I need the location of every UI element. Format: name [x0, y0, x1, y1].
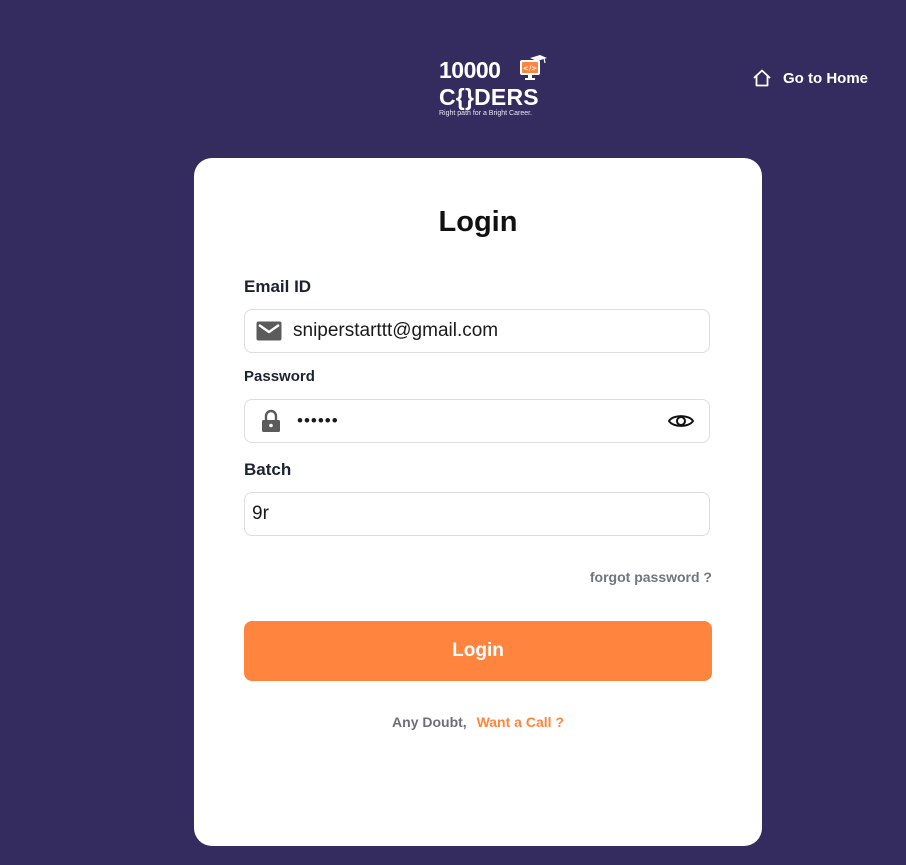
want-a-call-link[interactable]: Want a Call ? — [477, 714, 564, 730]
doubt-row: Any Doubt, Want a Call ? — [194, 714, 762, 730]
eye-icon[interactable] — [653, 412, 709, 430]
logo-tagline: Right path for a Bright Career. — [439, 110, 532, 117]
logo-wordmark: C{}DERS — [439, 84, 539, 110]
batch-label: Batch — [244, 460, 292, 479]
go-to-home-link[interactable]: Go to Home — [752, 67, 868, 89]
batch-field-wrapper — [244, 492, 710, 536]
doubt-text: Any Doubt, — [392, 714, 467, 730]
forgot-password-link[interactable]: forgot password ? — [590, 569, 712, 585]
login-button[interactable]: Login — [244, 621, 712, 681]
lock-icon — [245, 409, 297, 433]
envelope-icon — [245, 321, 293, 341]
password-input[interactable] — [297, 400, 653, 442]
page-title: Login — [438, 206, 518, 238]
go-to-home-label: Go to Home — [783, 69, 868, 87]
monitor-icon: </> — [520, 55, 547, 80]
password-label: Password — [244, 368, 315, 385]
email-input[interactable] — [293, 310, 709, 352]
email-field-wrapper — [244, 309, 710, 353]
logo-number: 10000 — [439, 57, 501, 83]
home-icon — [753, 69, 771, 87]
batch-input[interactable] — [245, 493, 709, 535]
login-card: Login Email ID Password B — [194, 158, 762, 846]
email-label: Email ID — [244, 277, 312, 296]
password-field-wrapper — [244, 399, 710, 443]
brand-logo: 10000 C{}DERS Right path for a Bright Ca… — [439, 54, 551, 120]
monitor-code: </> — [523, 65, 537, 73]
